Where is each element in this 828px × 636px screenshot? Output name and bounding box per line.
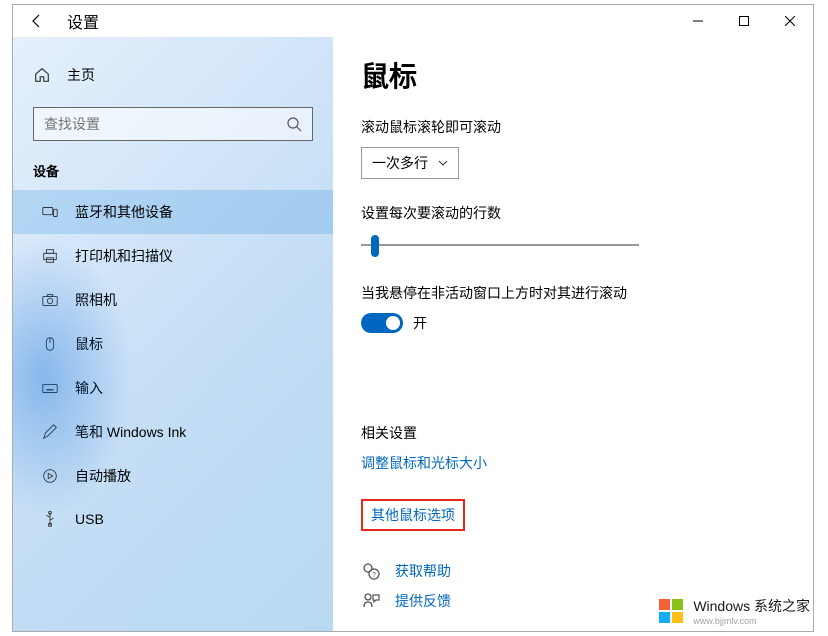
home-label: 主页 bbox=[67, 65, 95, 85]
watermark: Windows 系统之家 www.bjjmlv.com bbox=[657, 596, 810, 626]
back-button[interactable] bbox=[21, 5, 53, 37]
svg-text:?: ? bbox=[372, 572, 376, 579]
usb-icon bbox=[41, 510, 59, 528]
sidebar-item-mouse[interactable]: 鼠标 bbox=[13, 322, 333, 366]
sidebar-item-label: 蓝牙和其他设备 bbox=[75, 202, 173, 222]
slider-thumb[interactable] bbox=[371, 235, 379, 257]
category-label: 设备 bbox=[13, 155, 333, 190]
printer-icon bbox=[41, 247, 59, 265]
sidebar-item-label: 笔和 Windows Ink bbox=[75, 422, 186, 442]
maximize-icon bbox=[739, 16, 749, 26]
keyboard-icon bbox=[41, 379, 59, 397]
close-button[interactable] bbox=[767, 5, 813, 37]
sidebar-item-label: 照相机 bbox=[75, 290, 117, 310]
toggle-knob bbox=[386, 316, 400, 330]
windows-logo-icon bbox=[657, 597, 687, 625]
close-icon bbox=[785, 16, 795, 26]
get-help-link[interactable]: 获取帮助 bbox=[395, 561, 451, 581]
inactive-scroll-label: 当我悬停在非活动窗口上方时对其进行滚动 bbox=[361, 283, 785, 303]
sidebar-item-autoplay[interactable]: 自动播放 bbox=[13, 454, 333, 498]
settings-window: 设置 主页 设备 bbox=[12, 4, 814, 632]
minimize-button[interactable] bbox=[675, 5, 721, 37]
sidebar-item-usb[interactable]: USB bbox=[13, 498, 333, 540]
camera-icon bbox=[41, 291, 59, 309]
page-title: 鼠标 bbox=[361, 55, 785, 95]
slider-track bbox=[361, 244, 639, 246]
watermark-text: Windows 系统之家 bbox=[693, 598, 810, 614]
minimize-icon bbox=[693, 16, 703, 26]
maximize-button[interactable] bbox=[721, 5, 767, 37]
arrow-left-icon bbox=[29, 13, 45, 29]
main-content: 鼠标 滚动鼠标滚轮即可滚动 一次多行 设置每次要滚动的行数 当我悬停在非活动窗口… bbox=[333, 37, 813, 631]
give-feedback-link[interactable]: 提供反馈 bbox=[395, 591, 451, 611]
lines-slider[interactable] bbox=[361, 233, 639, 257]
home-icon bbox=[33, 66, 51, 84]
settings-label: 设置 bbox=[67, 9, 99, 33]
home-button[interactable]: 主页 bbox=[13, 55, 333, 95]
search-box[interactable] bbox=[33, 107, 313, 141]
autoplay-icon bbox=[41, 467, 59, 485]
sidebar-item-pen[interactable]: 笔和 Windows Ink bbox=[13, 410, 333, 454]
sidebar-item-label: 鼠标 bbox=[75, 334, 103, 354]
devices-icon bbox=[41, 203, 59, 221]
sidebar-item-label: 输入 bbox=[75, 378, 103, 398]
sidebar-item-camera[interactable]: 照相机 bbox=[13, 278, 333, 322]
pen-icon bbox=[41, 423, 59, 441]
inactive-scroll-toggle[interactable] bbox=[361, 313, 403, 333]
titlebar: 设置 bbox=[13, 5, 813, 37]
other-mouse-options-link[interactable]: 其他鼠标选项 bbox=[371, 505, 455, 525]
sidebar-item-label: 打印机和扫描仪 bbox=[75, 246, 173, 266]
toggle-state-label: 开 bbox=[413, 313, 427, 333]
sidebar-item-printers[interactable]: 打印机和扫描仪 bbox=[13, 234, 333, 278]
dropdown-value: 一次多行 bbox=[372, 153, 428, 173]
watermark-url: www.bjjmlv.com bbox=[693, 616, 810, 626]
help-icon: ? bbox=[361, 561, 381, 581]
highlight-annotation: 其他鼠标选项 bbox=[361, 499, 465, 531]
search-input[interactable] bbox=[44, 116, 286, 132]
mouse-icon bbox=[41, 335, 59, 353]
sidebar-item-label: 自动播放 bbox=[75, 466, 131, 486]
scroll-mode-label: 滚动鼠标滚轮即可滚动 bbox=[361, 117, 785, 137]
sidebar-item-typing[interactable]: 输入 bbox=[13, 366, 333, 410]
sidebar-item-label: USB bbox=[75, 511, 104, 527]
related-settings-title: 相关设置 bbox=[361, 423, 785, 443]
feedback-icon bbox=[361, 591, 381, 611]
scroll-mode-dropdown[interactable]: 一次多行 bbox=[361, 147, 459, 179]
chevron-down-icon bbox=[438, 160, 448, 166]
lines-label: 设置每次要滚动的行数 bbox=[361, 203, 785, 223]
search-icon bbox=[286, 116, 302, 132]
cursor-size-link[interactable]: 调整鼠标和光标大小 bbox=[361, 453, 785, 473]
sidebar-item-bluetooth[interactable]: 蓝牙和其他设备 bbox=[13, 190, 333, 234]
sidebar: 主页 设备 蓝牙和其他设备 打印机和扫描仪 照相机 鼠标 bbox=[13, 37, 333, 631]
